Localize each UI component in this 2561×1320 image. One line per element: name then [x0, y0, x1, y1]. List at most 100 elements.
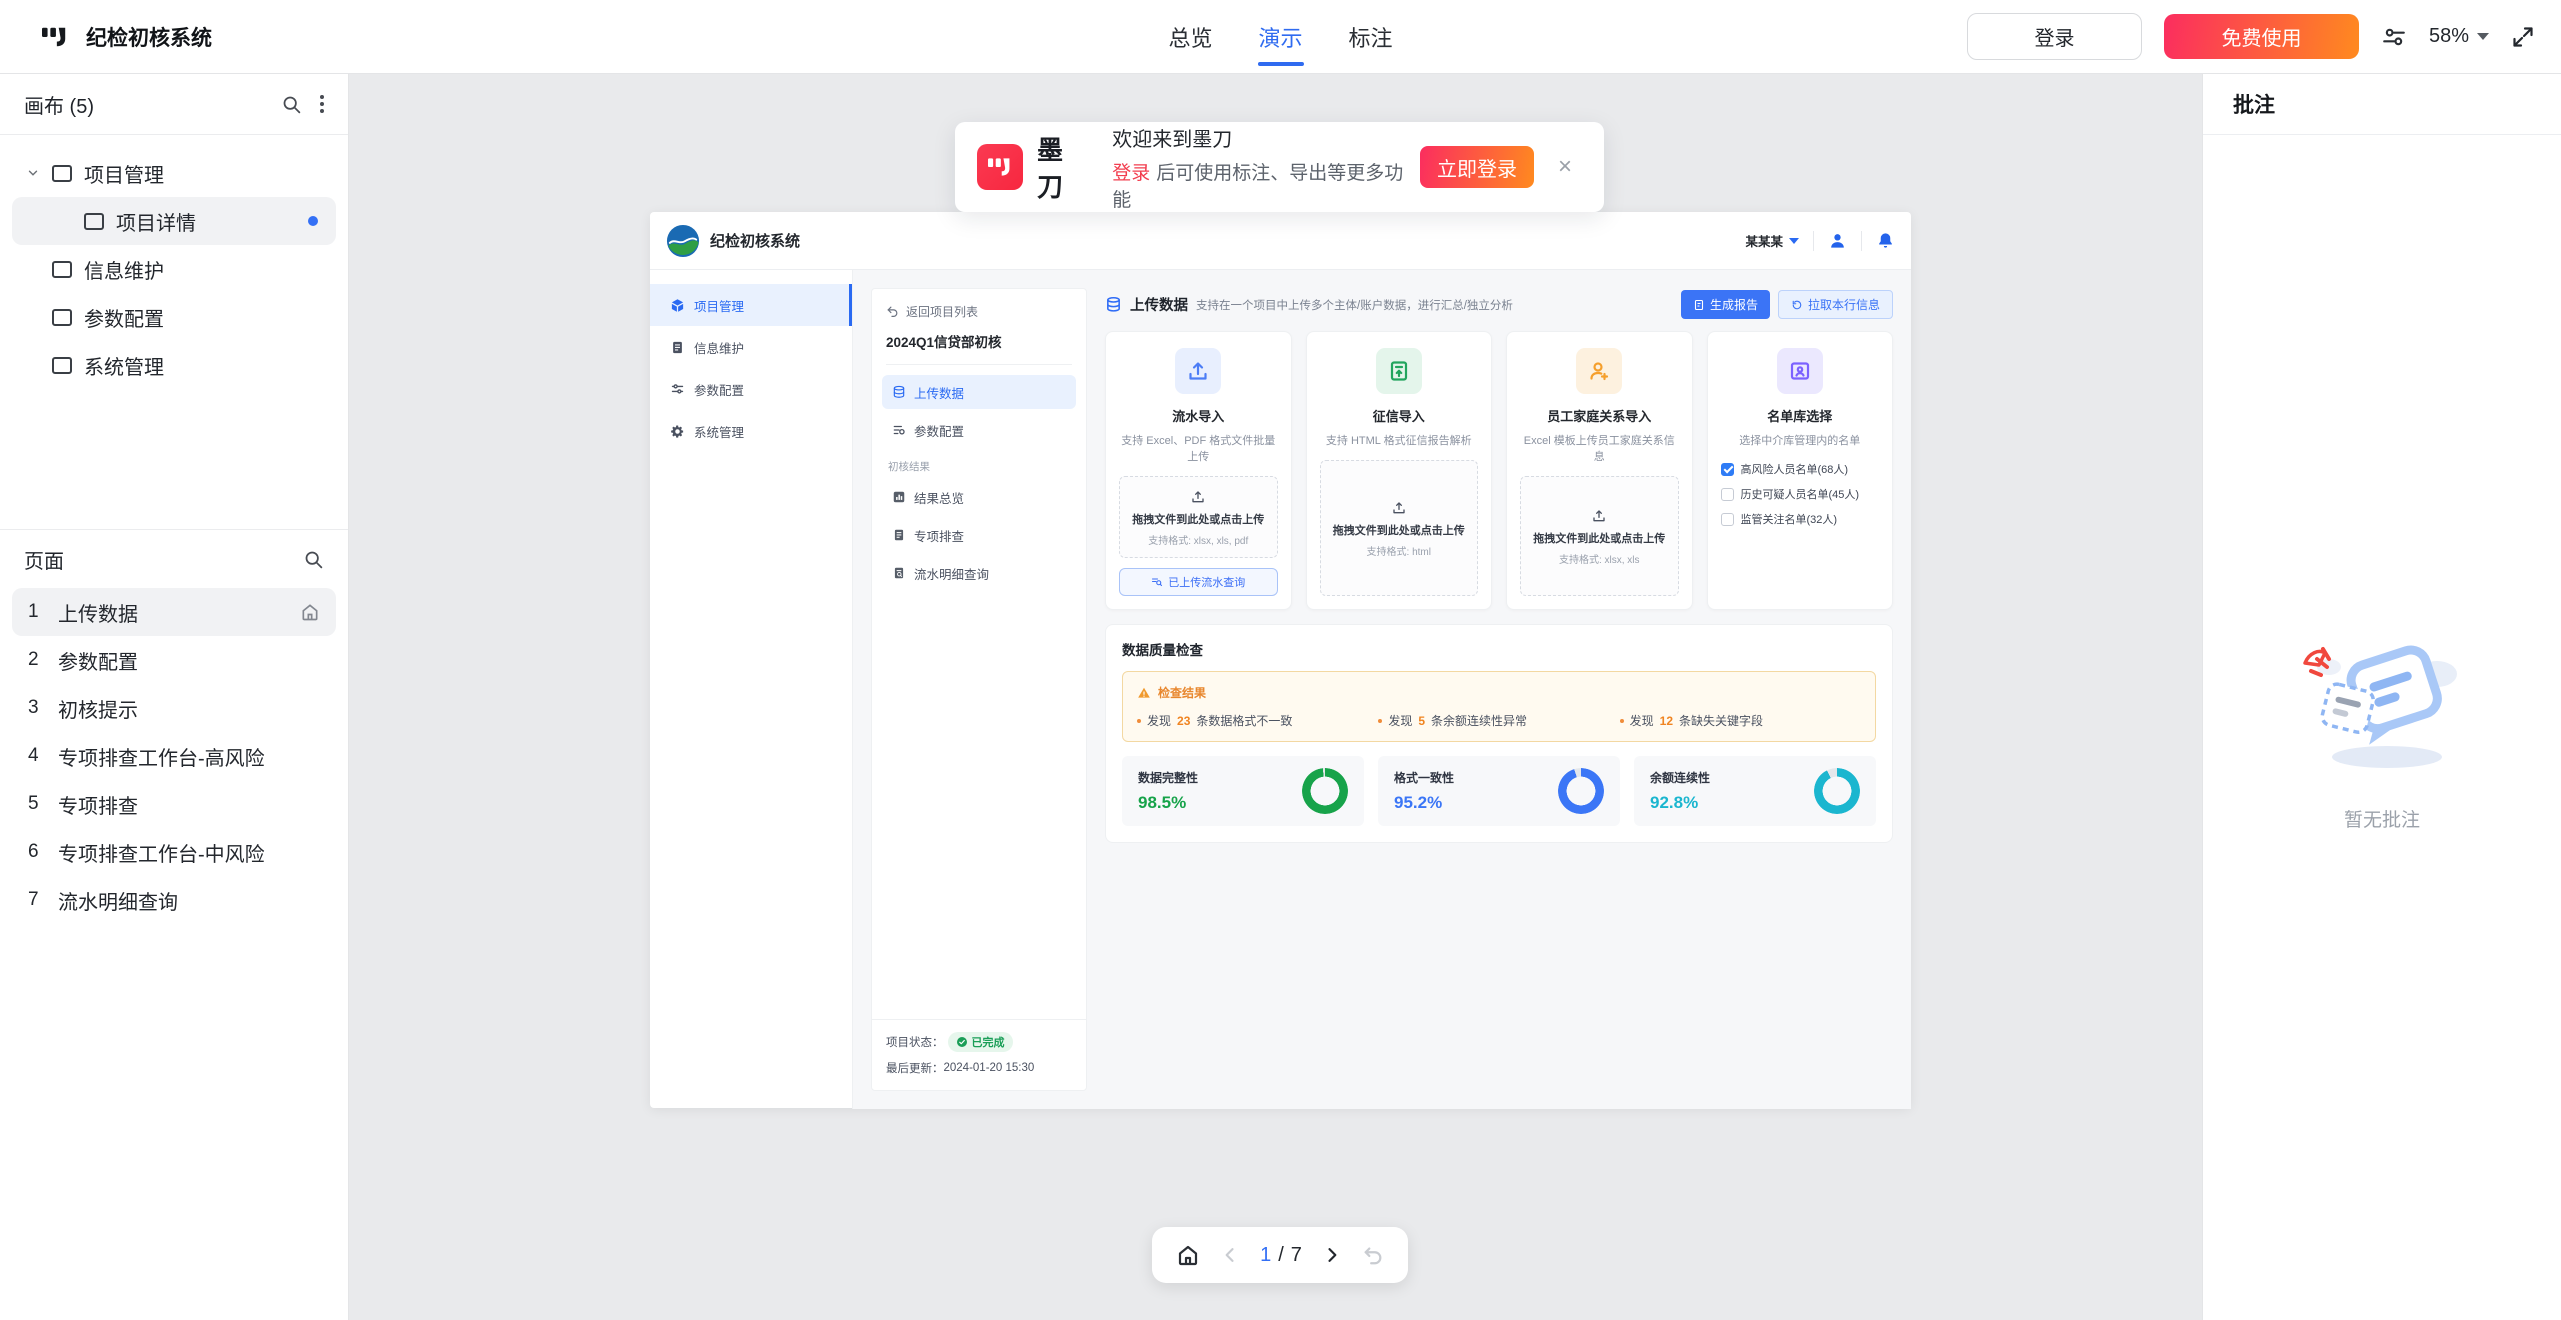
- prototype-content: 上传数据 支持在一个项目中上传多个主体/账户数据，进行汇总/独立分析 生成报告 …: [1105, 288, 1893, 1091]
- dropzone[interactable]: 拖拽文件到此处或点击上传 支持格式: xlsx, xls: [1520, 476, 1679, 596]
- generate-report-button[interactable]: 生成报告: [1681, 290, 1770, 319]
- prev-page-button[interactable]: [1220, 1245, 1240, 1265]
- banner-login-link[interactable]: 登录: [1112, 163, 1150, 184]
- back-to-project-list[interactable]: 返回项目列表: [886, 303, 1072, 320]
- status-label: 项目状态：: [886, 1034, 944, 1050]
- page-item-6[interactable]: 6专项排查工作台-中风险: [12, 828, 336, 876]
- page-item-4[interactable]: 4专项排查工作台-高风险: [12, 732, 336, 780]
- back-icon: [886, 305, 899, 318]
- section-subtitle: 支持在一个项目中上传多个主体/账户数据，进行汇总/独立分析: [1196, 297, 1513, 313]
- chevron-down-icon: [26, 166, 40, 180]
- donut-ring: [1558, 768, 1604, 814]
- nav-item-project-management[interactable]: 项目管理: [650, 284, 852, 326]
- frame-icon: [52, 261, 72, 278]
- search-icon[interactable]: [281, 94, 302, 115]
- issue-item: 发现5条余额连续性异常: [1378, 712, 1619, 729]
- menu-result-overview[interactable]: 结果总览: [882, 480, 1076, 514]
- free-use-button[interactable]: 免费使用: [2164, 14, 2359, 59]
- gear-icon: [670, 424, 685, 439]
- nav-item-info-maintenance[interactable]: 信息维护: [650, 326, 852, 368]
- uploaded-flow-query-button[interactable]: 已上传流水查询: [1119, 568, 1278, 596]
- upload-card-family-relation: 员工家庭关系导入 Excel 模板上传员工家庭关系信息 拖拽文件到此处或点击上传…: [1506, 331, 1693, 610]
- welcome-banner: 墨刀 欢迎来到墨刀 登录后可使用标注、导出等更多功能 立即登录 ×: [955, 122, 1604, 212]
- menu-group-label: 初核结果: [888, 459, 1070, 474]
- workspace-title: 纪检初核系统: [86, 22, 212, 52]
- checkbox-icon[interactable]: [1721, 488, 1734, 501]
- login-button[interactable]: 登录: [1967, 13, 2142, 60]
- pull-bank-info-button[interactable]: 拉取本行信息: [1778, 290, 1893, 319]
- upload-tray-icon: [1391, 500, 1407, 516]
- canvas-item-project-management[interactable]: 项目管理: [0, 149, 348, 197]
- fullscreen-icon[interactable]: [2511, 25, 2535, 49]
- metric-format-consistency: 格式一致性95.2%: [1378, 756, 1620, 826]
- brand-name: 墨刀: [1037, 130, 1086, 204]
- frame-icon: [52, 309, 72, 326]
- tab-overview[interactable]: 总览: [1168, 0, 1212, 73]
- tab-presentation[interactable]: 演示: [1258, 0, 1302, 73]
- user-menu[interactable]: 某某某: [1745, 231, 1799, 250]
- banner-subtitle: 登录后可使用标注、导出等更多功能: [1112, 158, 1406, 212]
- canvas-item-info-maintenance[interactable]: 信息维护: [0, 245, 348, 293]
- page-item-3[interactable]: 3初核提示: [12, 684, 336, 732]
- pages-section: 页面 1 上传数据 2参数配置 3初核提示 4专项排查工作台-高风险 5专项排查…: [0, 529, 348, 1320]
- menu-special-check[interactable]: 专项排查: [882, 518, 1076, 552]
- section-title: 上传数据: [1130, 294, 1188, 315]
- document-upload-icon: [1376, 348, 1422, 394]
- checkbox-checked-icon[interactable]: [1721, 463, 1734, 476]
- menu-flow-detail-query[interactable]: 流水明细查询: [882, 556, 1076, 590]
- checkbox-history-suspect-list[interactable]: 历史可疑人员名单(45人): [1721, 486, 1880, 502]
- canvas-item-project-detail[interactable]: 项目详情: [12, 197, 336, 245]
- frame-icon: [52, 165, 72, 182]
- home-button[interactable]: [1176, 1243, 1200, 1267]
- nav-item-parameter-config[interactable]: 参数配置: [650, 368, 852, 410]
- mockingbot-logo-icon: [40, 24, 70, 50]
- upload-icon: [1175, 348, 1221, 394]
- menu-parameter-config[interactable]: 参数配置: [882, 413, 1076, 447]
- dropzone[interactable]: 拖拽文件到此处或点击上传 支持格式: xlsx, xls, pdf: [1119, 476, 1278, 558]
- nav-item-system-management[interactable]: 系统管理: [650, 410, 852, 452]
- checkbox-regulator-watch-list[interactable]: 监管关注名单(32人): [1721, 511, 1880, 527]
- page-item-5[interactable]: 5专项排查: [12, 780, 336, 828]
- chart-icon: [892, 490, 906, 504]
- sliders-gear-icon: [892, 423, 906, 437]
- donut-ring: [1814, 768, 1860, 814]
- login-now-button[interactable]: 立即登录: [1420, 146, 1534, 188]
- project-status-block: 项目状态： 已完成 最后更新： 2024-01-20 15:30: [872, 1019, 1086, 1090]
- next-page-button[interactable]: [1322, 1245, 1342, 1265]
- project-sidebar: 返回项目列表 2024Q1信贷部初核 上传数据: [871, 288, 1087, 1091]
- canvas-item-parameter-config[interactable]: 参数配置: [0, 293, 348, 341]
- empty-comments-illustration: [2287, 629, 2477, 789]
- metric-data-completeness: 数据完整性98.5%: [1122, 756, 1364, 826]
- bell-icon[interactable]: [1876, 231, 1895, 250]
- left-sidebar: 画布 (5) 项目管理 项目详情 信息维护: [0, 74, 349, 1320]
- home-page-icon: [300, 602, 320, 622]
- page-item-7[interactable]: 7流水明细查询: [12, 876, 336, 924]
- top-bar: 纪检初核系统 总览 演示 标注 登录 免费使用 58%: [0, 0, 2561, 74]
- preferences-icon[interactable]: [2381, 24, 2407, 50]
- report-icon: [1693, 299, 1705, 311]
- empty-text: 暂无批注: [2203, 805, 2561, 832]
- mockingbot-brand-icon: [977, 144, 1023, 190]
- cube-icon: [670, 298, 685, 313]
- tab-annotation[interactable]: 标注: [1349, 0, 1393, 73]
- checkbox-high-risk-list[interactable]: 高风险人员名单(68人): [1721, 461, 1880, 477]
- checkbox-icon[interactable]: [1721, 513, 1734, 526]
- prototype-app-title: 纪检初核系统: [710, 230, 800, 251]
- more-options-icon[interactable]: [320, 95, 324, 113]
- document-icon: [670, 340, 685, 355]
- close-icon[interactable]: ×: [1548, 153, 1582, 181]
- banner-title: 欢迎来到墨刀: [1112, 123, 1406, 152]
- page-item-1[interactable]: 1 上传数据: [12, 588, 336, 636]
- page-item-2[interactable]: 2参数配置: [12, 636, 336, 684]
- canvas-item-system-management[interactable]: 系统管理: [0, 341, 348, 389]
- dropzone[interactable]: 拖拽文件到此处或点击上传 支持格式: html: [1320, 460, 1479, 596]
- sync-icon: [1791, 299, 1803, 311]
- replay-button[interactable]: [1362, 1244, 1384, 1266]
- menu-upload-data[interactable]: 上传数据: [882, 375, 1076, 409]
- user-icon[interactable]: [1828, 231, 1847, 250]
- updated-label: 最后更新：: [886, 1060, 944, 1076]
- search-icon[interactable]: [303, 549, 324, 570]
- zoom-control[interactable]: 58%: [2429, 25, 2489, 48]
- database-icon: [1105, 296, 1122, 313]
- presentation-canvas: 墨刀 欢迎来到墨刀 登录后可使用标注、导出等更多功能 立即登录 × 纪检初核系统: [349, 74, 2202, 1320]
